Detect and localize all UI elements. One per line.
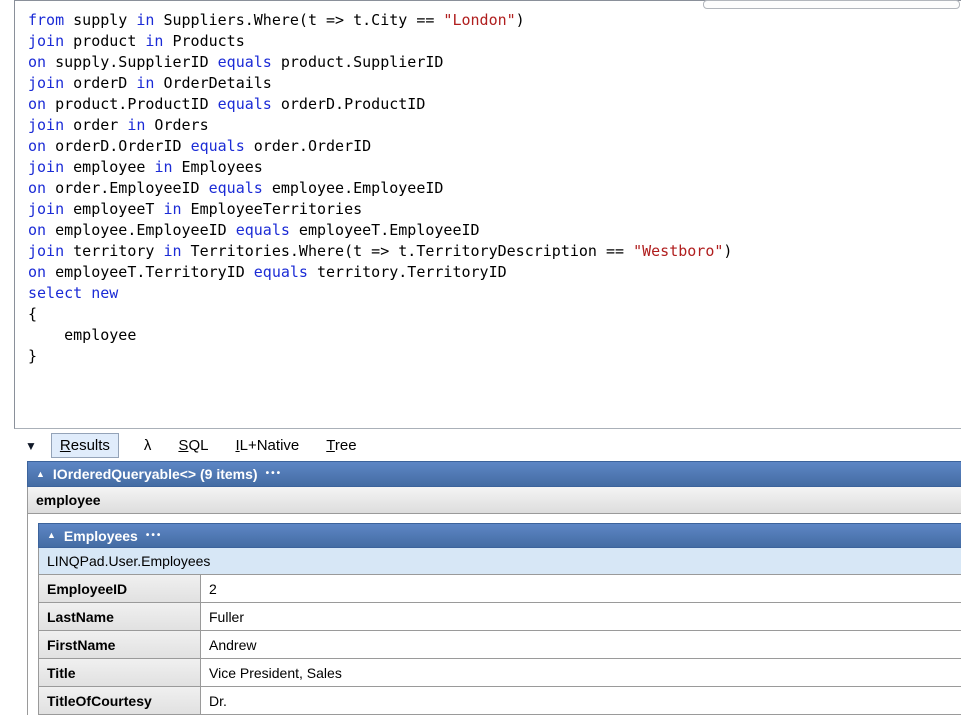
code-line: employee bbox=[28, 326, 137, 344]
code-line: on employeeT.TerritoryID equals territor… bbox=[28, 263, 507, 281]
code-line: on employee.EmployeeID equals employeeT.… bbox=[28, 221, 480, 239]
property-value-cell: Dr. bbox=[209, 692, 227, 709]
collapse-arrow-icon[interactable]: ▲ bbox=[47, 531, 56, 540]
code-line: on order.EmployeeID equals employee.Empl… bbox=[28, 179, 444, 197]
code-line: join territory in Territories.Where(t =>… bbox=[28, 242, 733, 260]
table-row: EmployeeID 2 bbox=[38, 575, 961, 603]
code-line: join employeeT in EmployeeTerritories bbox=[28, 200, 363, 218]
tab-lambda[interactable]: λ bbox=[142, 434, 154, 457]
code-line: join order in Orders bbox=[28, 116, 209, 134]
property-name-cell: Title bbox=[39, 659, 201, 686]
tab-il-native[interactable]: IL+Native bbox=[233, 434, 301, 457]
table-row: LastName Fuller bbox=[38, 603, 961, 631]
property-name-cell: FirstName bbox=[39, 631, 201, 658]
code-line: on supply.SupplierID equals product.Supp… bbox=[28, 53, 444, 71]
queryable-header[interactable]: ▲ IOrderedQueryable<> (9 items) ••• bbox=[27, 461, 961, 487]
table-row: TitleOfCourtesy Dr. bbox=[38, 687, 961, 715]
column-header-employee: employee bbox=[27, 487, 961, 514]
queryable-header-label: IOrderedQueryable<> (9 items) bbox=[52, 466, 258, 482]
code-line: join employee in Employees bbox=[28, 158, 263, 176]
type-name-label: LINQPad.User.Employees bbox=[47, 553, 211, 569]
results-tabbar: ▼ Results λ SQL IL+Native Tree bbox=[14, 430, 961, 461]
code-line: on product.ProductID equals orderD.Produ… bbox=[28, 95, 426, 113]
horizontal-scrollbar[interactable] bbox=[703, 0, 960, 9]
table-row: FirstName Andrew bbox=[38, 631, 961, 659]
property-value-cell: Fuller bbox=[209, 608, 245, 625]
property-name-cell: LastName bbox=[39, 603, 201, 630]
tab-results[interactable]: Results bbox=[50, 433, 119, 458]
table-row: Title Vice President, Sales bbox=[38, 659, 961, 687]
code-line: join product in Products bbox=[28, 32, 245, 50]
collapse-arrow-icon[interactable]: ▲ bbox=[36, 469, 45, 479]
column-header-label: employee bbox=[36, 492, 101, 508]
property-name-cell: EmployeeID bbox=[39, 575, 201, 602]
tab-sql[interactable]: SQL bbox=[176, 434, 210, 457]
results-panel: ▲ IOrderedQueryable<> (9 items) ••• empl… bbox=[27, 461, 961, 715]
code-line: select new bbox=[28, 284, 119, 302]
property-value-cell: Vice President, Sales bbox=[209, 664, 342, 681]
code-editor[interactable]: from supply in Suppliers.Where(t => t.Ci… bbox=[14, 0, 961, 429]
employee-properties: EmployeeID 2 LastName Fuller FirstName Andrew… bbox=[38, 575, 961, 715]
property-value-cell: 2 bbox=[209, 580, 217, 597]
property-value-cell: Andrew bbox=[209, 636, 257, 653]
code-line: } bbox=[28, 347, 38, 365]
tab-list: Results λ SQL IL+Native Tree bbox=[50, 433, 359, 458]
employees-table: ▲ Employees ••• LINQPad.User.Employees E… bbox=[38, 523, 961, 715]
object-cell: ▲ Employees ••• LINQPad.User.Employees E… bbox=[27, 514, 961, 715]
code-line: from supply in Suppliers.Where(t => t.Ci… bbox=[28, 11, 525, 29]
employees-header-label: Employees bbox=[63, 527, 138, 544]
ellipsis-icon[interactable]: ••• bbox=[266, 469, 283, 479]
ellipsis-icon[interactable]: ••• bbox=[146, 530, 163, 541]
type-name-row: LINQPad.User.Employees bbox=[38, 548, 961, 575]
code-line: on orderD.OrderID equals order.OrderID bbox=[28, 137, 372, 155]
property-name-cell: TitleOfCourtesy bbox=[39, 687, 201, 714]
collapse-panel-icon[interactable]: ▼ bbox=[25, 439, 37, 453]
code-line: { bbox=[28, 305, 38, 323]
tab-tree[interactable]: Tree bbox=[324, 434, 358, 457]
code-line: join orderD in OrderDetails bbox=[28, 74, 272, 92]
employees-header[interactable]: ▲ Employees ••• bbox=[38, 523, 961, 548]
code-area[interactable]: from supply in Suppliers.Where(t => t.Ci… bbox=[28, 10, 961, 367]
